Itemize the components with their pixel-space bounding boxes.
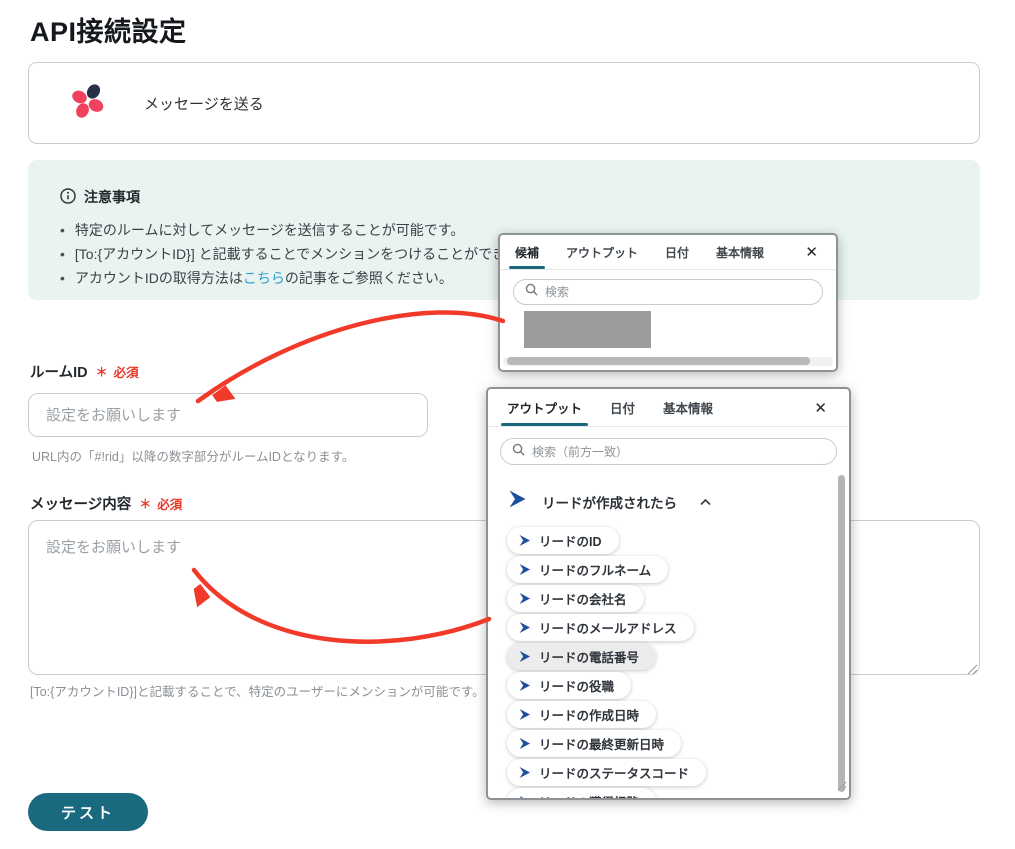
close-icon[interactable]: ✕ xyxy=(801,241,822,263)
popup-resize-handle[interactable] xyxy=(837,778,847,796)
output-chip[interactable]: リードの役職 xyxy=(507,672,631,699)
output-chip[interactable]: リードの会社名 xyxy=(507,585,644,612)
output-popup: アウトプット 日付 基本情報 ✕ リードが作成されたら xyxy=(486,387,851,800)
output-popup-tabbar: アウトプット 日付 基本情報 ✕ xyxy=(488,389,849,427)
required-badge: 必須 xyxy=(114,362,139,381)
required-asterisk: ＊ xyxy=(96,363,108,380)
output-list: リードが作成されたら リードのID リードのフルネーム リードの会社名 リードの… xyxy=(488,465,849,800)
message-helper-text: [To:{アカウントID}]と記載することで、特定のユーザーにメンションが可能で… xyxy=(30,681,485,700)
notice-title: 注意事項 xyxy=(84,187,140,207)
room-id-helper-text: URL内の「#!rid」以降の数字部分がルームIDとなります。 xyxy=(32,446,354,465)
action-card: メッセージを送る xyxy=(28,62,980,144)
output-chip[interactable]: リードのID xyxy=(507,527,619,554)
output-arrow-icon xyxy=(518,563,531,576)
output-arrow-icon xyxy=(518,766,531,779)
room-id-label: ルームID ＊ 必須 xyxy=(30,361,139,382)
message-label: メッセージ内容 ＊ 必須 xyxy=(30,493,182,514)
tab-basic-info[interactable]: 基本情報 xyxy=(715,235,765,269)
suggest-popup-tabbar: 候補 アウトプット 日付 基本情報 ✕ xyxy=(500,235,836,270)
search-icon xyxy=(525,283,538,301)
tab-date[interactable]: 日付 xyxy=(664,235,690,269)
trigger-group-header[interactable]: リードが作成されたら xyxy=(507,489,849,514)
required-badge: 必須 xyxy=(157,494,182,513)
room-id-input[interactable] xyxy=(28,393,428,437)
output-chip[interactable]: リードの作成日時 xyxy=(507,701,656,728)
output-arrow-icon xyxy=(518,708,531,721)
output-chip[interactable]: リードの電話番号 xyxy=(507,643,656,670)
output-search-input[interactable] xyxy=(532,445,825,459)
arrow-to-room-id-input xyxy=(198,312,503,401)
output-chip[interactable]: リードのフルネーム xyxy=(507,556,668,583)
output-arrow-icon xyxy=(518,737,531,750)
tab-output[interactable]: アウトプット xyxy=(565,235,639,269)
suggest-search-input[interactable] xyxy=(545,285,811,299)
output-search-box xyxy=(500,438,837,465)
output-chip[interactable]: リードの最終更新日時 xyxy=(507,730,681,757)
info-icon xyxy=(60,188,76,207)
required-asterisk: ＊ xyxy=(139,495,151,512)
action-card-label: メッセージを送る xyxy=(144,93,264,114)
output-arrow-icon xyxy=(518,650,531,663)
tab-output[interactable]: アウトプット xyxy=(506,389,583,426)
output-chip[interactable]: リードの獲得経路 xyxy=(507,788,656,800)
trigger-group-label: リードが作成されたら xyxy=(542,492,677,512)
output-arrow-icon xyxy=(518,621,531,634)
output-arrow-icon xyxy=(518,795,531,800)
suggest-popup: 候補 アウトプット 日付 基本情報 ✕ xyxy=(498,233,838,372)
horizontal-scrollbar-thumb[interactable] xyxy=(507,357,810,365)
account-id-help-link[interactable]: こちら xyxy=(243,270,285,286)
search-icon xyxy=(512,443,525,461)
page-title: API接続設定 xyxy=(30,10,187,49)
output-chip[interactable]: リードのメールアドレス xyxy=(507,614,694,641)
tab-kouho[interactable]: 候補 xyxy=(514,235,540,269)
api-connection-settings-page: API接続設定 メッセージを送る 注意事項 •特定のル xyxy=(0,0,1015,849)
tab-date[interactable]: 日付 xyxy=(609,389,636,426)
textarea-resize-handle[interactable] xyxy=(967,662,978,680)
output-arrow-icon xyxy=(518,592,531,605)
output-arrow-icon xyxy=(518,679,531,692)
suggestion-item-redacted[interactable] xyxy=(524,311,651,348)
vertical-scrollbar-thumb[interactable] xyxy=(838,475,845,792)
suggest-search-box xyxy=(513,279,823,305)
app-logo-icon xyxy=(69,82,107,125)
output-chip[interactable]: リードのステータスコード xyxy=(507,759,706,786)
output-arrow-icon xyxy=(518,534,531,547)
test-button[interactable]: テスト xyxy=(28,793,148,831)
chevron-up-icon[interactable] xyxy=(700,493,711,511)
notice-header: 注意事項 xyxy=(60,187,980,207)
tab-basic-info[interactable]: 基本情報 xyxy=(662,389,714,426)
close-icon[interactable]: ✕ xyxy=(810,397,831,419)
trigger-app-icon xyxy=(507,489,527,514)
